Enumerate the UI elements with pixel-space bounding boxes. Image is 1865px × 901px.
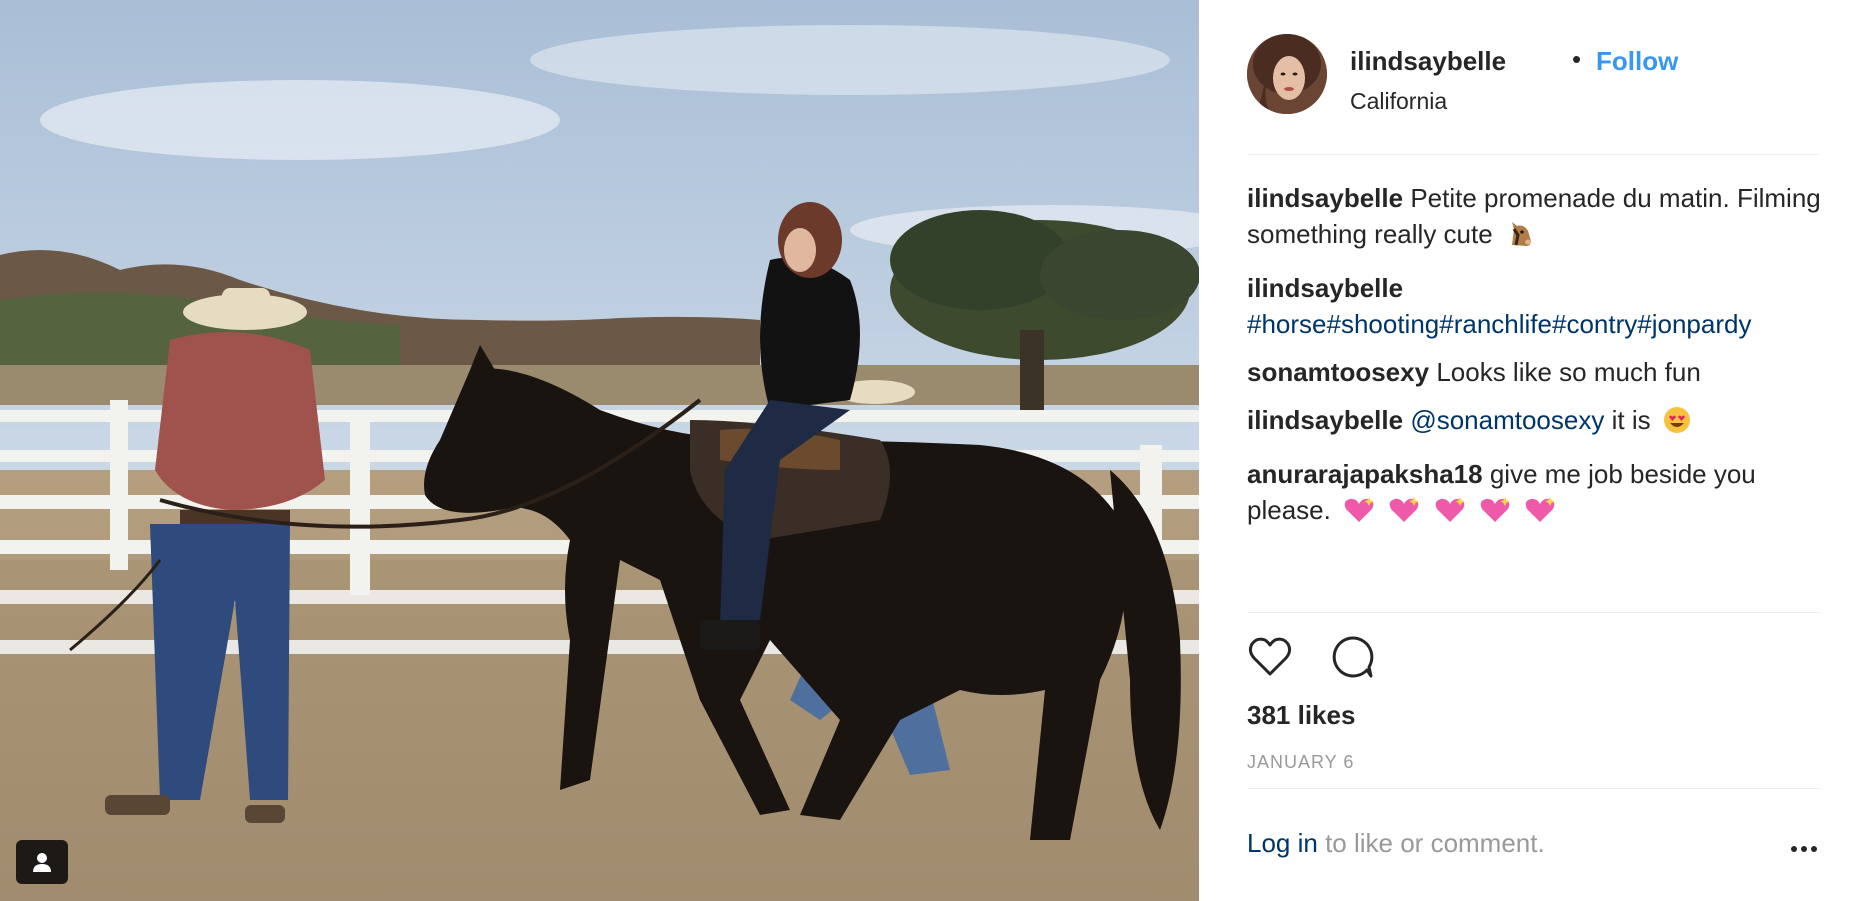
likes-count[interactable]: 381 likes [1247, 700, 1355, 731]
comment-username[interactable]: ilindsaybelle [1247, 183, 1403, 213]
divider [1247, 612, 1819, 613]
comment-item: ilindsaybelle Petite promenade du matin.… [1247, 180, 1827, 258]
comment-item: anurarajapaksha18 give me job beside you… [1247, 456, 1827, 534]
comment-text: it is [1611, 405, 1651, 435]
post-photo[interactable] [0, 0, 1199, 901]
post-location[interactable]: California [1350, 88, 1447, 115]
comment-username[interactable]: ilindsaybelle [1247, 273, 1403, 303]
comment-username[interactable]: ilindsaybelle [1247, 405, 1403, 435]
sparkling-heart-emoji [1478, 495, 1512, 534]
comments-list: ilindsaybelle Petite promenade du matin.… [1247, 180, 1827, 546]
speech-bubble-icon [1332, 636, 1374, 678]
post-sidebar: ilindsaybelle • Follow California ilinds… [1199, 0, 1865, 901]
comment-username[interactable]: anurarajapaksha18 [1247, 459, 1483, 489]
ranch-photo-image [0, 0, 1199, 901]
comment-username[interactable]: sonamtoosexy [1247, 357, 1429, 387]
post-date[interactable]: JANUARY 6 [1247, 752, 1354, 773]
divider [1247, 788, 1819, 789]
sparkling-heart-emoji [1342, 495, 1376, 534]
horse-face-emoji [1504, 219, 1534, 258]
mention-link[interactable]: @sonamtoosexy [1410, 405, 1604, 435]
comment-item: ilindsaybelle #horse#shooting#ranchlife#… [1247, 270, 1827, 342]
tagged-users-button[interactable] [16, 840, 68, 884]
separator-dot: • [1572, 44, 1582, 74]
heart-outline-icon [1248, 637, 1292, 676]
comment-item: sonamtoosexy Looks like so much fun [1247, 354, 1827, 390]
post-username[interactable]: ilindsaybelle [1350, 46, 1506, 77]
login-prompt-text: to like or comment. [1325, 828, 1545, 858]
sparkling-heart-emoji [1433, 495, 1467, 534]
more-options-button[interactable] [1789, 842, 1819, 854]
follow-button[interactable]: Follow [1596, 46, 1678, 77]
sparkling-heart-emoji [1523, 495, 1557, 534]
comment-text: Looks like so much fun [1436, 357, 1701, 387]
login-prompt: Log in to like or comment. [1247, 828, 1545, 859]
ellipsis-icon [1791, 846, 1817, 852]
action-bar [1247, 634, 1547, 680]
like-button[interactable] [1247, 634, 1293, 685]
comment-button[interactable] [1329, 634, 1375, 685]
comment-item: ilindsaybelle @sonamtoosexy it is [1247, 402, 1827, 444]
avatar[interactable] [1247, 34, 1327, 114]
login-link[interactable]: Log in [1247, 828, 1318, 858]
sparkling-heart-emoji [1387, 495, 1421, 534]
sparkling-heart-emoji-row [1338, 495, 1557, 525]
avatar-image [1247, 34, 1327, 114]
post-header: ilindsaybelle • Follow California [1247, 34, 1817, 154]
hashtag-link[interactable]: #horse#shooting#ranchlife#contry#jonpard… [1247, 309, 1751, 339]
user-tag-icon [33, 853, 51, 872]
divider [1247, 154, 1819, 155]
heart-eyes-emoji [1662, 405, 1692, 444]
